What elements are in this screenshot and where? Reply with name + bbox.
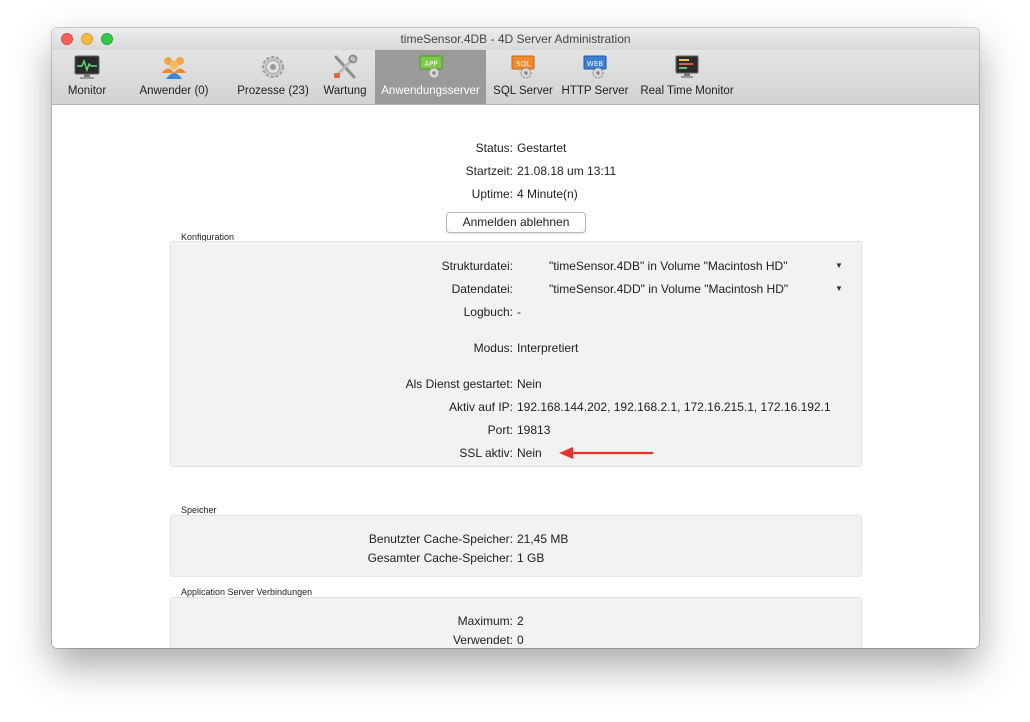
data-file-label: Datendatei: [451,282,513,296]
start-time-value: 21.08.18 um 13:11 [517,164,617,178]
toolbar: Monitor Anwender (0) Prozesse (23) Wartu… [52,50,979,105]
zoom-window-button[interactable] [101,33,113,45]
status-row: Status: Gestartet [52,140,979,156]
status-value: Gestartet [517,141,567,155]
used-cache-value: 21,45 MB [517,532,569,546]
tab-real-time-monitor[interactable]: Real Time Monitor [637,50,737,104]
tab-processes-label: Prozesse (23) [237,85,309,97]
tab-monitor[interactable]: Monitor [56,50,118,104]
uptime-row: Uptime: 4 Minute(n) [52,186,979,202]
log-value: - [517,305,521,319]
used-cache-label: Benutzter Cache-Speicher: [368,532,513,546]
maximum-label: Maximum: [457,614,513,628]
tab-sql-server-label: SQL Server [493,85,553,97]
port-value: 19813 [517,423,551,437]
app-badge-text: APP [424,60,437,68]
ssl-value: Nein [517,446,542,460]
close-window-button[interactable] [61,33,73,45]
ssl-label: SSL aktiv: [459,446,513,460]
structure-file-row: Strukturdatei: "timeSensor.4DB" in Volum… [52,258,979,274]
tab-http-server-label: HTTP Server [561,85,629,97]
start-time-row: Startzeit: 21.08.18 um 13:11 [52,163,979,179]
uptime-label: Uptime: [471,187,513,201]
structure-file-chevron-icon[interactable]: ▼ [835,258,843,274]
active-ip-label: Aktiv auf IP: [448,400,513,414]
maximum-value: 2 [517,614,524,628]
sql-server-icon: SQL [511,55,535,79]
gear-icon [262,56,284,78]
connections-section-title: Application Server Verbindungen [181,587,313,597]
structure-file-select[interactable]: "timeSensor.4DB" in Volume "Macintosh HD… [549,258,787,274]
tab-users[interactable]: Anwender (0) [124,50,224,104]
port-row: Port: 19813 [52,422,979,438]
sql-badge-text: SQL [516,60,530,68]
total-cache-label: Gesamter Cache-Speicher: [367,551,513,565]
tab-monitor-label: Monitor [67,85,107,97]
status-label: Status: [475,141,513,155]
minimize-window-button[interactable] [81,33,93,45]
title-bar: timeSensor.4DB - 4D Server Administratio… [52,28,979,50]
port-label: Port: [487,423,513,437]
mode-label: Modus: [473,341,513,355]
realtime-monitor-icon [675,55,699,78]
tab-processes[interactable]: Prozesse (23) [226,50,320,104]
tab-http-server[interactable]: WEB HTTP Server [558,50,632,104]
service-label: Als Dienst gestartet: [405,377,513,391]
monitor-icon [74,55,100,79]
in-use-value: 0 [517,633,524,647]
start-time-label: Startzeit: [465,164,513,178]
data-file-select[interactable]: "timeSensor.4DD" in Volume "Macintosh HD… [549,281,788,297]
tools-icon [334,54,358,79]
structure-file-label: Strukturdatei: [441,259,513,273]
log-label: Logbuch: [463,305,513,319]
app-window: timeSensor.4DB - 4D Server Administratio… [52,28,979,648]
in-use-row: Verwendet: 0 [52,632,979,648]
web-badge-text: WEB [587,60,603,68]
log-row: Logbuch: - [52,304,979,320]
mode-value: Interpretiert [517,341,579,355]
red-arrow-annotation-icon [559,447,653,459]
mode-row: Modus: Interpretiert [52,340,979,356]
app-server-icon: APP [419,55,442,79]
application-server-page: Status: Gestartet Startzeit: 21.08.18 um… [52,105,979,648]
data-file-row: Datendatei: "timeSensor.4DD" in Volume "… [52,281,979,297]
tab-application-server-label: Anwendungsserver [381,85,480,97]
active-ip-row: Aktiv auf IP: 192.168.144.202, 192.168.2… [52,399,979,415]
active-ip-value: 192.168.144.202, 192.168.2.1, 172.16.215… [517,400,831,414]
tab-maintenance[interactable]: Wartung [318,50,372,104]
total-cache-row: Gesamter Cache-Speicher: 1 GB [52,550,979,566]
total-cache-value: 1 GB [517,551,545,565]
tab-maintenance-label: Wartung [323,85,367,97]
tab-users-label: Anwender (0) [139,85,209,97]
tab-sql-server[interactable]: SQL SQL Server [489,50,557,104]
tab-real-time-monitor-label: Real Time Monitor [640,85,734,97]
web-server-icon: WEB [583,55,607,79]
used-cache-row: Benutzter Cache-Speicher: 21,45 MB [52,531,979,547]
users-icon [162,57,186,79]
memory-section-title: Speicher [181,505,217,515]
reject-login-button[interactable]: Anmelden ablehnen [446,212,586,233]
ssl-row: SSL aktiv: Nein [52,445,979,461]
data-file-chevron-icon[interactable]: ▼ [835,281,843,297]
uptime-value: 4 Minute(n) [517,187,578,201]
in-use-label: Verwendet: [452,633,513,647]
window-title: timeSensor.4DB - 4D Server Administratio… [400,32,631,46]
service-value: Nein [517,377,542,391]
service-row: Als Dienst gestartet: Nein [52,376,979,392]
tab-application-server[interactable]: APP Anwendungsserver [375,50,486,104]
maximum-row: Maximum: 2 [52,613,979,629]
